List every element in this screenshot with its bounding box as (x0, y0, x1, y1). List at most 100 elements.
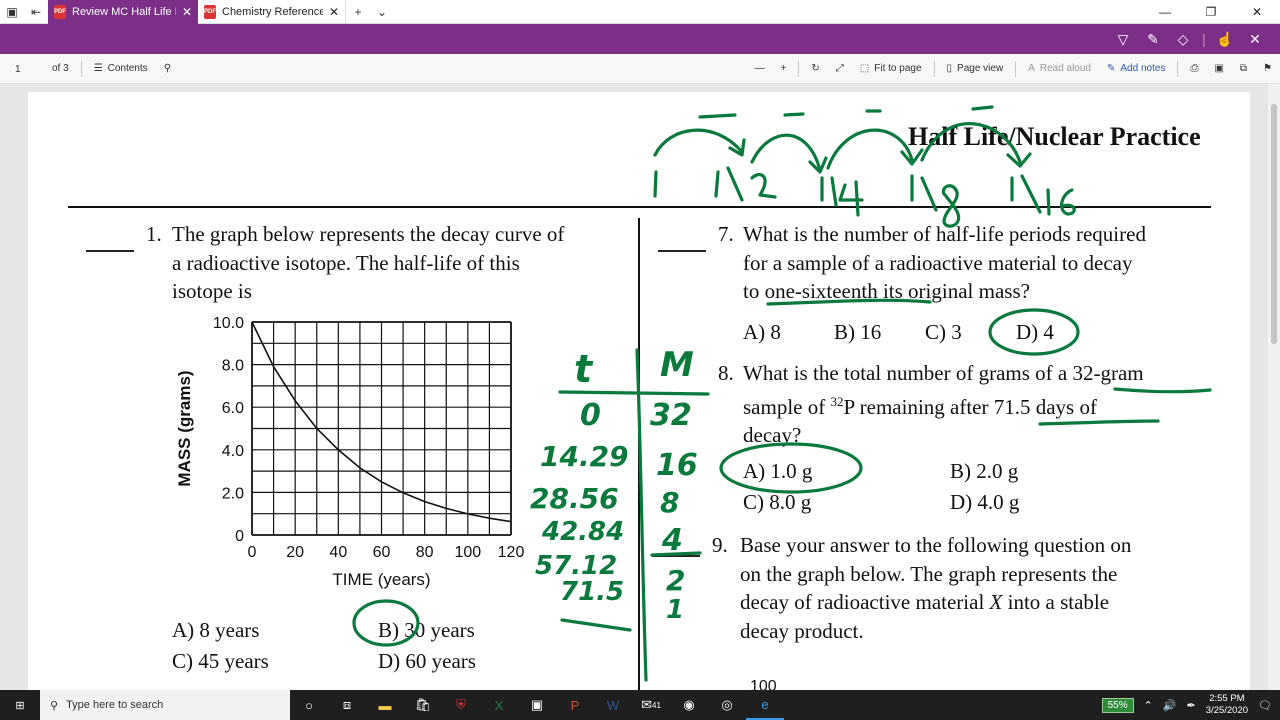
x-tick-label: 40 (329, 544, 347, 561)
chevron-down-icon[interactable]: ⌄ (370, 0, 394, 24)
restore-icon[interactable]: ❐ (1188, 5, 1234, 19)
text-line: a radioactive isotope. The half-life of … (172, 250, 520, 275)
tab-review-mc[interactable]: PDF Review MC Half Life Nu ✕ (48, 0, 198, 24)
close-window-icon[interactable]: ✕ (1234, 5, 1280, 19)
y-axis-label: MASS (grams) (175, 370, 194, 486)
eraser-icon[interactable]: ◇ (1168, 31, 1198, 48)
save-as-button[interactable]: ⧉ (1232, 63, 1255, 74)
pen-icon[interactable]: ✒ (1187, 699, 1196, 712)
text-line: What is the number of half-life periods … (743, 222, 1146, 246)
plus-icon: + (780, 63, 787, 74)
mass-number: 32 (830, 393, 844, 409)
choice-c: C) 8.0 g (743, 490, 812, 514)
mcafee-icon[interactable]: ⛨ (442, 690, 480, 720)
edge-icon[interactable]: e (746, 690, 784, 720)
read-aloud-label: Read aloud (1039, 63, 1091, 74)
text-line: sample of 32P remaining after 71.5 days … (743, 388, 1144, 422)
close-tab-icon[interactable]: ✕ (182, 5, 192, 19)
text-line: decay? (743, 423, 802, 447)
answer-blank (658, 250, 706, 252)
save-icon: ▣ (1214, 63, 1224, 74)
task-view-icon[interactable]: ⧈ (328, 690, 366, 720)
x-tick-label: 120 (498, 544, 525, 561)
contents-button[interactable]: ☰ Contents (86, 63, 156, 74)
y-tick-label: 0 (235, 528, 244, 545)
save-as-icon: ⧉ (1239, 63, 1248, 74)
search-placeholder: Type here to search (66, 699, 164, 711)
column-divider (638, 218, 640, 690)
minimize-icon[interactable]: — (1142, 5, 1188, 19)
scroll-thumb[interactable] (1271, 104, 1277, 344)
file-explorer-icon[interactable]: ▬ (366, 690, 404, 720)
find-button[interactable]: ⚲ (156, 63, 179, 74)
page-total: of 3 (52, 63, 69, 74)
pin-toolbar-button[interactable]: ⚑ (1255, 63, 1280, 74)
question-1-text: The graph below represents the decay cur… (172, 220, 564, 306)
text-fragment: decay of radioactive material (740, 590, 990, 614)
battery-indicator[interactable]: 55% (1101, 697, 1134, 713)
fit-to-page-button[interactable]: ⬚ Fit to page (852, 63, 930, 74)
text-line: on the graph below. The graph represents… (740, 561, 1118, 586)
fit-page-icon: ⬚ (859, 63, 870, 74)
add-notes-button[interactable]: ✎ Add notes (1099, 63, 1173, 74)
y-tick-label: 10.0 (213, 315, 244, 332)
minus-icon: — (754, 63, 765, 74)
question-9-text: Base your answer to the following questi… (740, 531, 1131, 645)
page-view-button[interactable]: ▯ Page view (939, 63, 1012, 74)
set-aside-tabs-icon[interactable]: ⇤ (24, 0, 48, 24)
add-notes-label: Add notes (1120, 63, 1166, 74)
save-button[interactable]: ▣ (1206, 63, 1231, 74)
new-tab-icon[interactable]: + (346, 0, 370, 24)
steam-icon[interactable]: ◉ (670, 690, 708, 720)
choice-b: B) 16 (834, 320, 882, 344)
rotate-button[interactable]: ↻ (803, 63, 827, 74)
volume-icon[interactable]: 🔊 (1163, 699, 1177, 712)
fullscreen-button[interactable]: ⤢ (828, 63, 852, 74)
vertical-scrollbar[interactable] (1268, 84, 1280, 690)
start-button[interactable]: ⊞ (0, 690, 40, 720)
store-icon[interactable]: 🛍 (404, 690, 442, 720)
clock[interactable]: 2:55 PM 3/25/2020 (1206, 693, 1248, 717)
tab-actions-icon[interactable]: ▣ (0, 0, 24, 24)
mail-icon[interactable]: ✉ 41 (632, 690, 670, 720)
tab-chem-reference[interactable]: PDF Chemistry Reference Table 2 ✕ (198, 0, 346, 24)
chrome-icon[interactable]: ◎ (708, 690, 746, 720)
x-tick-label: 80 (416, 544, 434, 561)
mail-badge: 41 (652, 700, 661, 710)
cortana-icon[interactable]: ○ (290, 690, 328, 720)
choice-d: D) 4 (1016, 320, 1054, 344)
partial-axis-label: 100 (750, 678, 777, 690)
zoom-in-button[interactable]: + (773, 63, 795, 74)
graph-grid (251, 321, 512, 536)
excel-icon[interactable]: X (480, 690, 518, 720)
close-tab-icon[interactable]: ✕ (329, 5, 339, 19)
choice-a: A) 8 (743, 320, 781, 344)
highlight-icon[interactable]: ✎ (1138, 31, 1168, 48)
zoom-out-button[interactable]: — (747, 63, 773, 74)
pdf-icon: PDF (54, 4, 66, 19)
text-line: The graph below represents the decay cur… (172, 222, 565, 246)
page-number-input[interactable]: 1 (8, 60, 36, 78)
rotate-icon: ↻ (811, 63, 820, 74)
title-bar: ▣ ⇤ PDF Review MC Half Life Nu ✕ PDF Che… (0, 0, 1280, 24)
add-notes-icon: ✎ (1107, 63, 1116, 74)
powerpoint-icon[interactable]: P (556, 690, 594, 720)
pdf-icon: PDF (204, 4, 216, 19)
choice-d: D) 4.0 g (950, 490, 1020, 514)
chevron-up-icon[interactable]: ⌃ (1144, 699, 1153, 712)
choice-b: B) 2.0 g (950, 459, 1019, 483)
draw-pen-icon[interactable]: ▽ (1108, 31, 1138, 48)
text-line: to one-sixteenth its original mass? (743, 279, 1030, 303)
exit-ink-icon[interactable]: ✕ (1240, 31, 1270, 48)
touch-writing-icon[interactable]: ☝ (1210, 31, 1240, 48)
question-number: 9. (712, 533, 728, 557)
choice-c: C) 3 (925, 320, 962, 344)
read-aloud-button[interactable]: A︎ Read aloud (1020, 63, 1099, 74)
notifications-icon[interactable]: 🗨 (1258, 699, 1272, 712)
print-icon: ⎙ (1190, 63, 1199, 74)
taskbar-search[interactable]: ⚲ Type here to search (40, 690, 290, 720)
app-icon[interactable]: ▣ (518, 690, 556, 720)
choice-a: A) 8 years (172, 618, 260, 642)
word-icon[interactable]: W (594, 690, 632, 720)
print-button[interactable]: ⎙ (1182, 63, 1206, 74)
